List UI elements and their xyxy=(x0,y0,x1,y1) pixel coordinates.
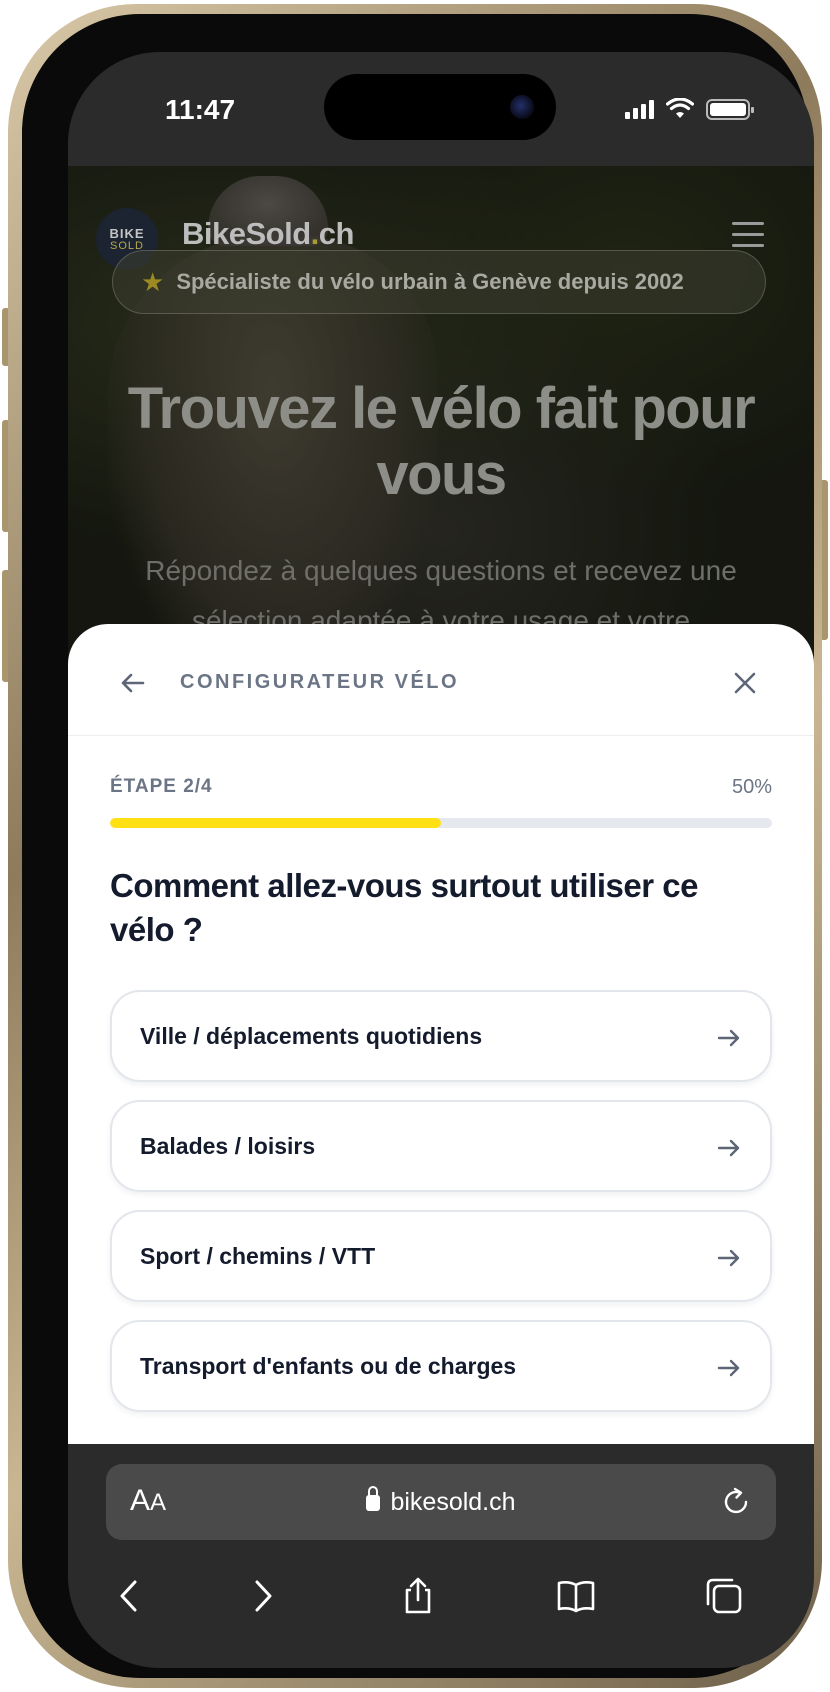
option-label: Balades / loisirs xyxy=(140,1132,316,1159)
status-icons xyxy=(625,98,754,120)
configurator-sheet: CONFIGURATEUR VÉLO ÉTAPE 2/4 50% Comment… xyxy=(68,624,814,1444)
arrow-right-icon xyxy=(717,1359,740,1377)
brand-name-tld: ch xyxy=(318,216,355,251)
url-text: bikesold.ch xyxy=(390,1488,516,1516)
status-bar: 11:47 xyxy=(68,52,814,166)
reload-icon[interactable] xyxy=(720,1486,752,1518)
arrow-right-icon xyxy=(717,1139,740,1157)
progress-fill xyxy=(110,818,441,828)
lock-icon xyxy=(366,1486,381,1511)
address-bar[interactable]: AA bikesold.ch xyxy=(106,1464,776,1540)
brand-name[interactable]: BikeSold.ch xyxy=(182,216,354,252)
progress-bar xyxy=(110,818,772,828)
arrow-right-icon xyxy=(717,1029,740,1047)
option-label: Transport d'enfants ou de charges xyxy=(140,1352,517,1379)
back-icon[interactable] xyxy=(110,1576,150,1616)
battery-icon xyxy=(706,98,754,120)
star-icon: ★ xyxy=(141,267,165,297)
cellular-signal-icon xyxy=(625,99,654,119)
option-card[interactable]: Ville / déplacements quotidiens xyxy=(110,990,772,1082)
hero-section: BIKE SOLD BikeSold.ch ★ Spécialiste du v… xyxy=(68,166,814,686)
option-card[interactable]: Transport d'enfants ou de charges xyxy=(110,1320,772,1412)
progress-percent: 50% xyxy=(731,776,772,798)
option-card[interactable]: Sport / chemins / VTT xyxy=(110,1210,772,1302)
phone-frame: 11:47 BIKE SOLD BikeSold.ch ★ Spécialist… xyxy=(8,4,822,1688)
brand-name-dot: . xyxy=(310,216,320,251)
url-display[interactable]: bikesold.ch xyxy=(106,1486,776,1517)
tabs-icon[interactable] xyxy=(704,1576,744,1616)
question-title: Comment allez-vous surtout utiliser ce v… xyxy=(110,867,698,948)
option-card[interactable]: Balades / loisirs xyxy=(110,1100,772,1192)
sheet-header: CONFIGURATEUR VÉLO xyxy=(68,624,814,736)
browser-toolbar: AA bikesold.ch xyxy=(68,1444,814,1668)
brand-name-main: BikeSold xyxy=(182,216,311,251)
front-camera xyxy=(510,95,534,119)
forward-icon[interactable] xyxy=(242,1576,282,1616)
wifi-icon xyxy=(666,98,694,118)
badge-text: Spécialiste du vélo urbain à Genève depu… xyxy=(176,269,684,294)
logo-text-top: BIKE xyxy=(109,225,145,241)
arrow-right-icon xyxy=(717,1249,740,1267)
arrow-left-icon[interactable] xyxy=(118,668,148,698)
bookmarks-icon[interactable] xyxy=(556,1576,596,1616)
status-time: 11:47 xyxy=(165,94,236,125)
phone-bezel: 11:47 BIKE SOLD BikeSold.ch ★ Spécialist… xyxy=(22,14,814,1678)
close-icon[interactable] xyxy=(730,668,760,698)
browser-nav-row xyxy=(68,1556,814,1636)
specialist-badge: ★ Spécialiste du vélo urbain à Genève de… xyxy=(112,250,766,314)
hamburger-menu-icon[interactable] xyxy=(732,222,764,248)
option-label: Ville / déplacements quotidiens xyxy=(140,1022,483,1049)
option-list: Ville / déplacements quotidiens Balades /… xyxy=(110,990,772,1430)
hero-title: Trouvez le vélo fait pour vous xyxy=(127,376,756,507)
dynamic-island xyxy=(324,74,556,140)
configurator-title: CONFIGURATEUR VÉLO xyxy=(180,671,460,693)
option-label: Sport / chemins / VTT xyxy=(140,1242,376,1269)
share-icon[interactable] xyxy=(398,1576,438,1616)
phone-screen: 11:47 BIKE SOLD BikeSold.ch ★ Spécialist… xyxy=(68,52,814,1668)
step-label: ÉTAPE 2/4 xyxy=(110,776,213,797)
